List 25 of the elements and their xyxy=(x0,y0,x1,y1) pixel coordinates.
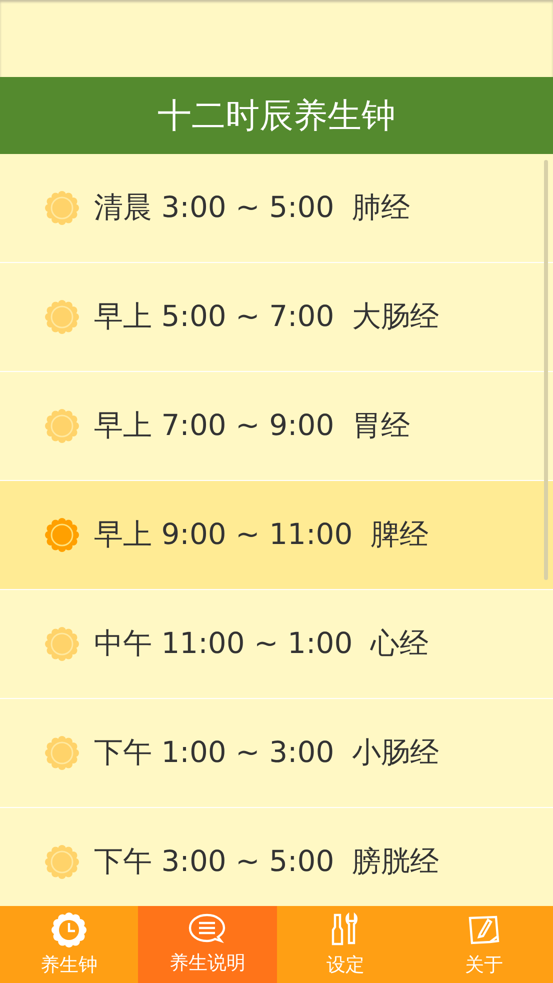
sun-icon xyxy=(44,626,80,662)
time-range: 下午 1:00 ~ 3:00 xyxy=(94,734,334,771)
sun-icon xyxy=(44,844,80,880)
time-range: 中午 11:00 ~ 1:00 xyxy=(94,625,353,662)
meridian-name: 心经 xyxy=(370,625,429,662)
meridian-name: 胃经 xyxy=(352,407,410,444)
time-range: 早上 5:00 ~ 7:00 xyxy=(94,298,334,335)
meridian-name: 大肠经 xyxy=(352,298,440,335)
sun-icon xyxy=(44,517,80,553)
time-range: 下午 3:00 ~ 5:00 xyxy=(94,843,334,880)
sun-icon xyxy=(44,735,80,771)
clock-icon xyxy=(51,912,88,948)
period-row[interactable]: 早上 9:00 ~ 11:00 脾经 xyxy=(0,481,553,590)
chat-icon xyxy=(187,912,228,946)
meridian-name: 小肠经 xyxy=(352,734,440,771)
time-range: 早上 7:00 ~ 9:00 xyxy=(94,407,334,444)
meridian-name: 膀胱经 xyxy=(352,843,440,880)
sun-icon xyxy=(44,190,80,226)
sun-icon xyxy=(44,299,80,335)
sun-icon xyxy=(44,408,80,444)
time-range: 早上 9:00 ~ 11:00 xyxy=(94,516,353,553)
app-title: 十二时辰养生钟 xyxy=(158,94,396,138)
meridian-name: 脾经 xyxy=(370,516,429,553)
time-range: 清晨 3:00 ~ 5:00 xyxy=(94,189,334,226)
meridian-name: 肺经 xyxy=(352,189,410,226)
